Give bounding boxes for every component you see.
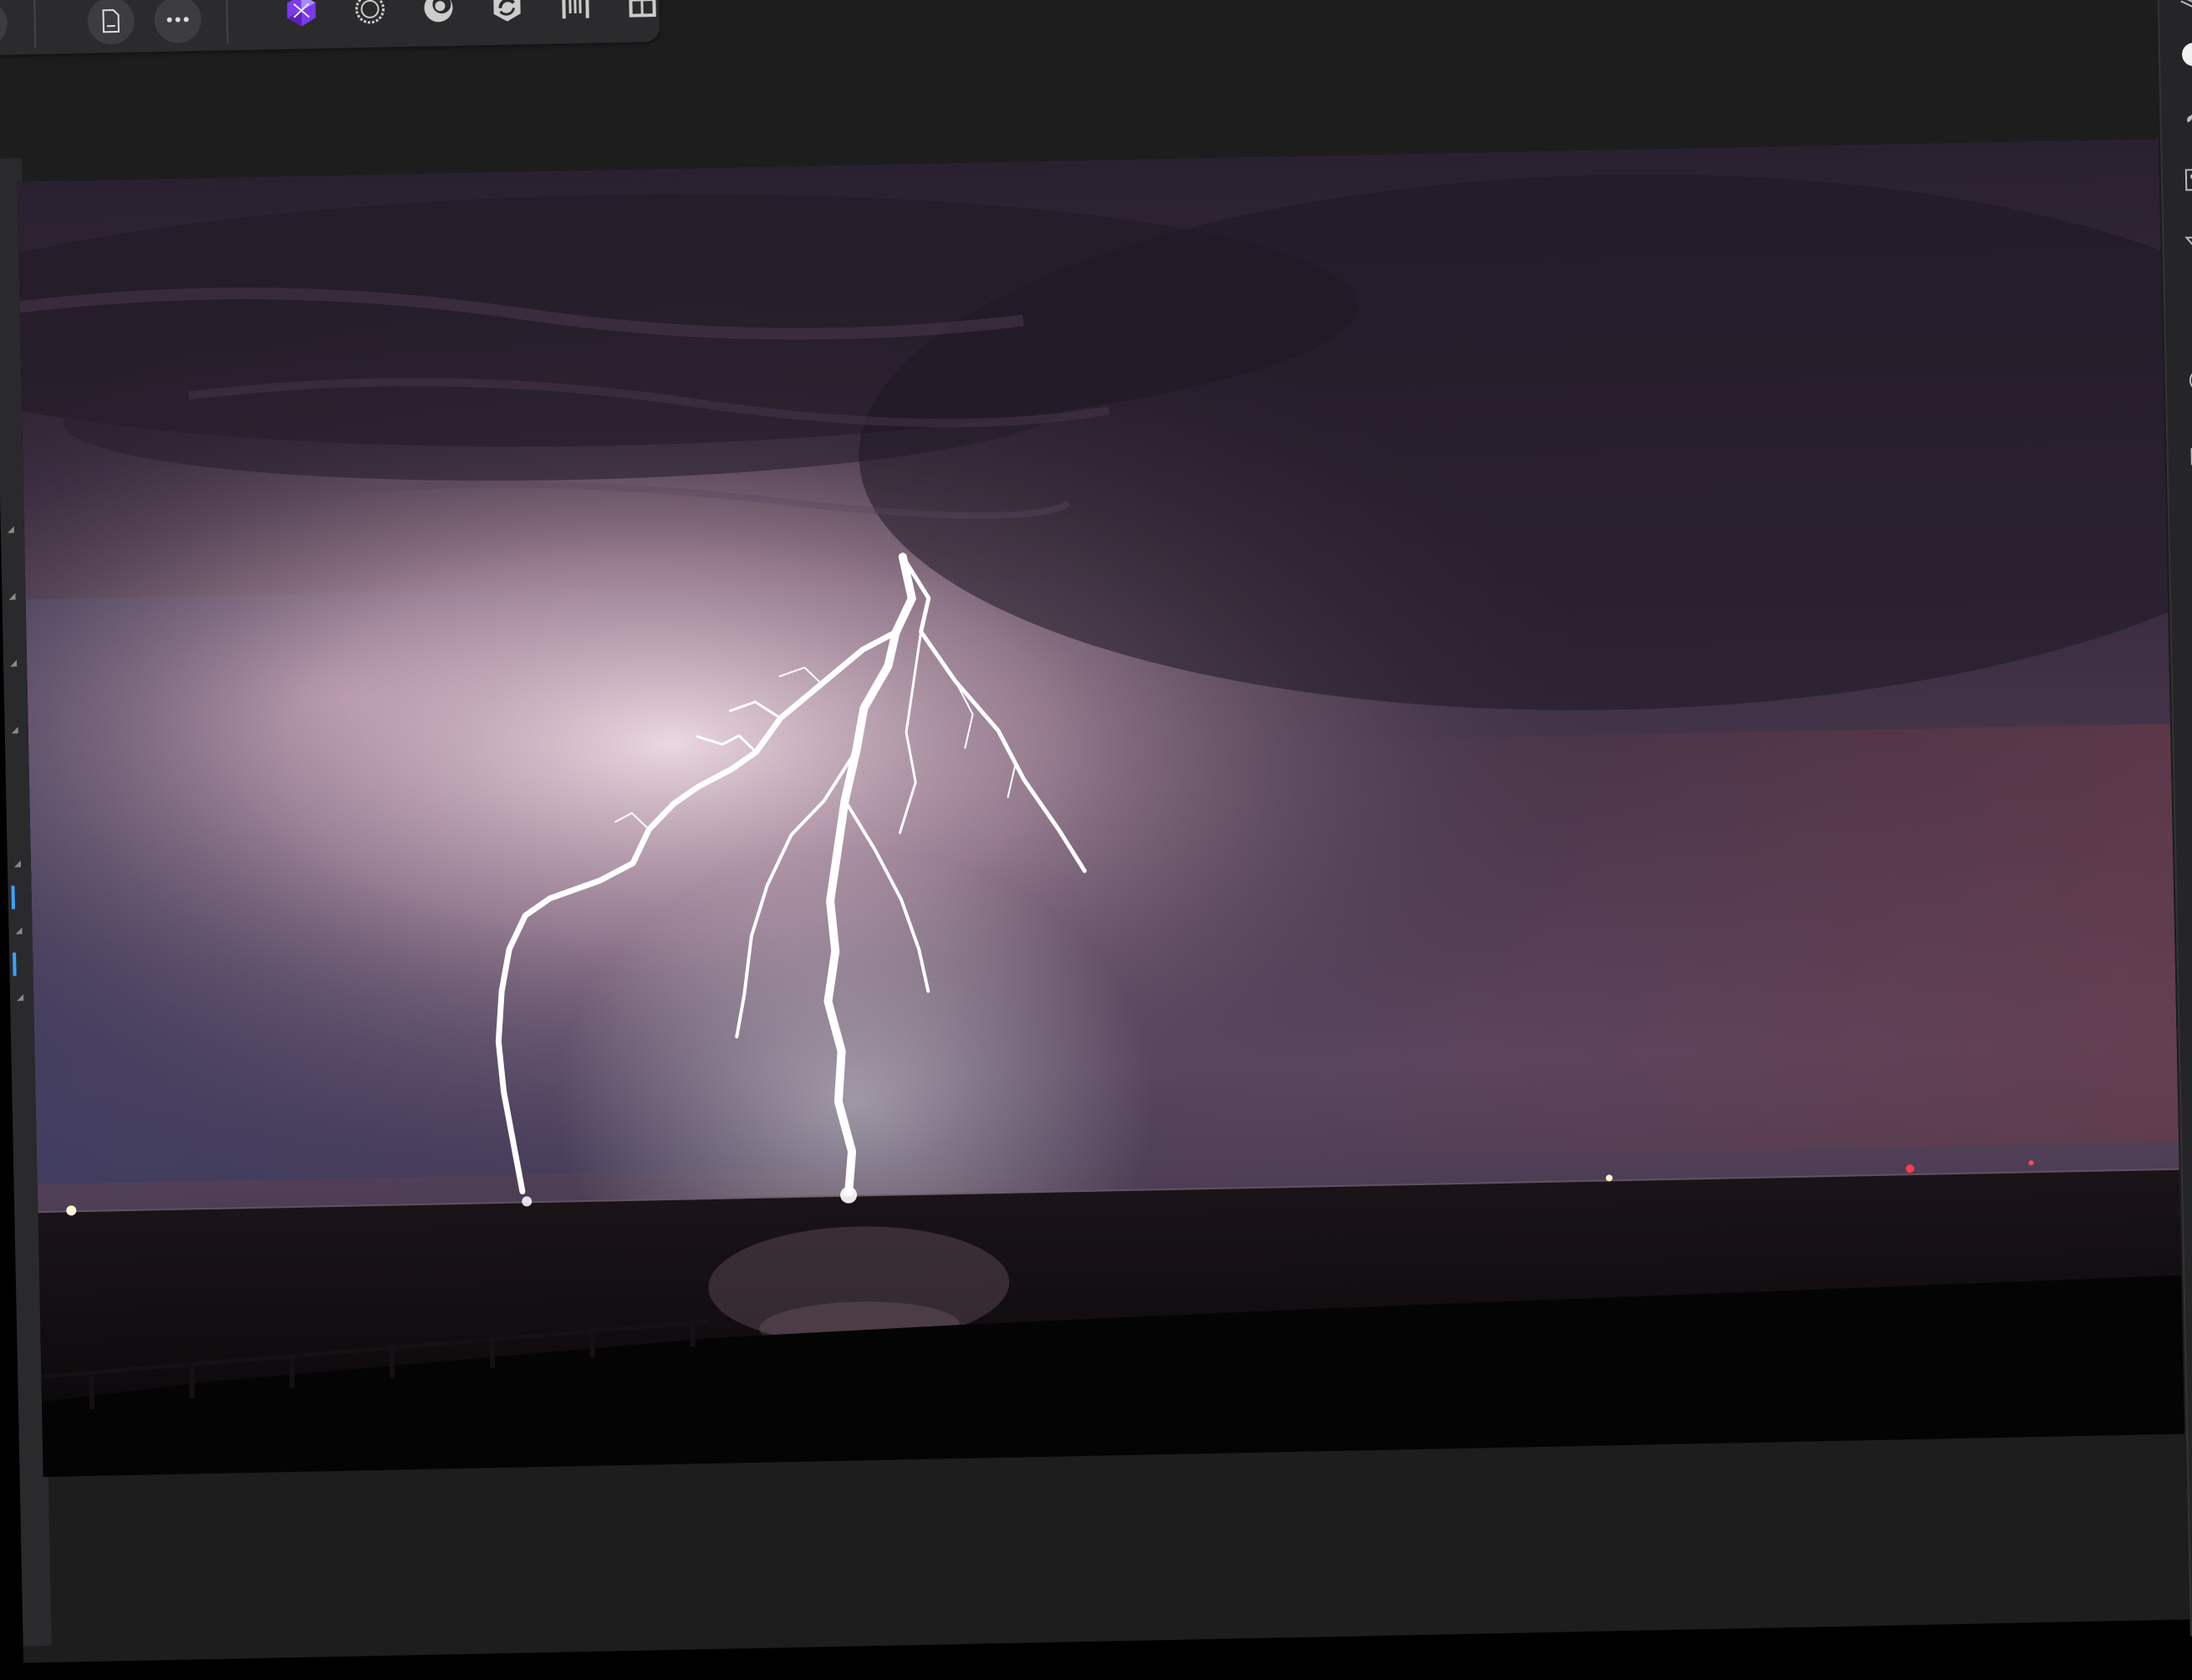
layers-icon[interactable] bbox=[2177, 0, 2192, 11]
develop-icon bbox=[420, 0, 457, 27]
top-toolbar bbox=[0, 0, 660, 56]
fx-icon[interactable] bbox=[2184, 298, 2192, 329]
layout-persona[interactable] bbox=[620, 0, 665, 26]
history-icon[interactable] bbox=[2185, 365, 2192, 396]
tool-flyout-indicator bbox=[12, 727, 18, 734]
document-button[interactable] bbox=[87, 0, 135, 45]
adjustment-icon[interactable] bbox=[2181, 165, 2192, 196]
text-tool-indicator[interactable] bbox=[13, 953, 17, 976]
develop-persona[interactable] bbox=[416, 0, 461, 30]
filter-icon[interactable] bbox=[2182, 232, 2192, 262]
tool-flyout-indicator bbox=[15, 927, 22, 934]
pages-icon[interactable] bbox=[2189, 574, 2192, 605]
tone-mapping-persona[interactable] bbox=[485, 0, 529, 28]
back-button[interactable] bbox=[0, 0, 8, 48]
brush-icon[interactable] bbox=[2179, 98, 2192, 129]
document-icon bbox=[99, 8, 122, 34]
tool-flyout-indicator bbox=[10, 660, 17, 667]
tool-flyout-indicator bbox=[17, 994, 23, 1000]
channels-icon[interactable] bbox=[2188, 507, 2192, 538]
toolbar-separator bbox=[226, 0, 228, 43]
tool-flyout-indicator bbox=[8, 593, 15, 600]
toolbar-separator bbox=[33, 0, 36, 48]
export-icon bbox=[557, 0, 594, 23]
ellipsis-icon bbox=[166, 15, 191, 24]
selected-tool-indicator[interactable] bbox=[11, 886, 15, 909]
affinity-photo-icon bbox=[283, 0, 320, 29]
more-button[interactable] bbox=[154, 0, 201, 43]
tone-mapping-icon bbox=[488, 0, 526, 25]
snapshot-icon[interactable] bbox=[2186, 440, 2192, 471]
tool-flyout-indicator bbox=[14, 860, 21, 867]
liquify-persona[interactable] bbox=[348, 0, 392, 31]
export-persona[interactable] bbox=[553, 0, 598, 27]
canvas-photo[interactable] bbox=[18, 139, 2185, 1477]
layout-icon bbox=[624, 0, 661, 23]
tool-flyout-indicator bbox=[8, 527, 14, 533]
liquify-icon bbox=[351, 0, 389, 28]
lightning-over-sea-photo bbox=[18, 139, 2185, 1477]
photo-persona[interactable] bbox=[279, 0, 324, 33]
color-icon[interactable] bbox=[2179, 39, 2192, 70]
app-window bbox=[0, 0, 2192, 1663]
